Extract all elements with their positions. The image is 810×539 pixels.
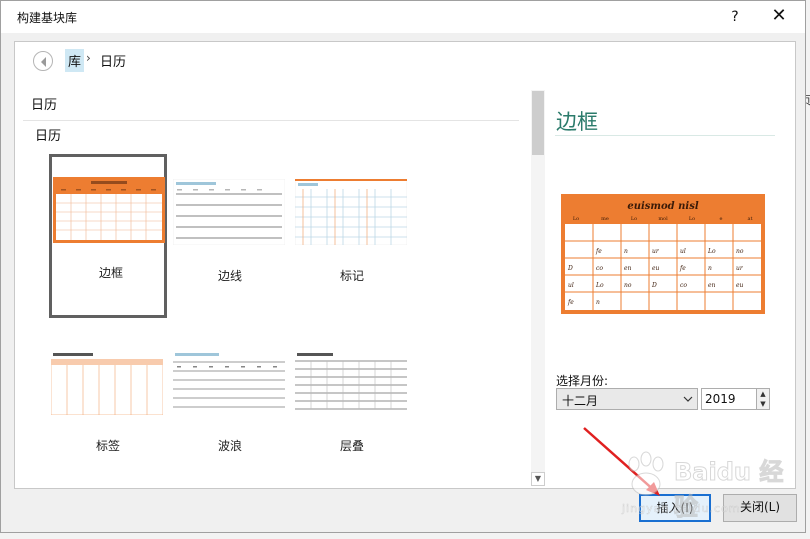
svg-text:Lo: Lo <box>595 282 604 289</box>
svg-text:en: en <box>708 282 716 289</box>
breadcrumb-root[interactable]: 库 <box>65 49 85 72</box>
gallery-tile-edge-lines[interactable]: 边线 <box>171 157 289 321</box>
svg-text:ul: ul <box>680 248 686 255</box>
svg-text:n: n <box>624 248 628 255</box>
tile-label: 标签 <box>95 439 120 453</box>
breadcrumb-separator: › <box>86 51 91 65</box>
tile-label: 波浪 <box>217 439 242 453</box>
gallery-scrollbar[interactable]: ▼ <box>531 90 545 486</box>
help-button[interactable]: ? <box>723 5 747 29</box>
svg-text:fe: fe <box>567 299 574 306</box>
svg-text:at: at <box>748 216 753 222</box>
tile-label: 层叠 <box>339 439 364 453</box>
svg-text:n: n <box>708 265 712 272</box>
preview-thumb-heading: euismod nisl <box>627 201 698 212</box>
content-panel: 库 › 日历 日历 日历 边框 边线 标记 标签 波浪 层叠 ▼ 边框 euis… <box>14 41 796 489</box>
year-input[interactable]: 2019 <box>701 388 757 410</box>
category-divider <box>23 120 519 121</box>
calendar-border-thumbnail <box>53 177 165 243</box>
tile-label: 边线 <box>217 269 242 283</box>
year-spinner[interactable]: ▲ ▼ <box>756 388 770 410</box>
category-heading: 日历 <box>31 98 58 113</box>
svg-text:n: n <box>596 299 600 306</box>
back-button[interactable] <box>33 51 53 71</box>
paw-logo-icon <box>628 451 664 496</box>
dialog-title: 构建基块库 <box>17 11 78 25</box>
calendar-tags-thumbnail <box>51 349 163 415</box>
tile-label: 标记 <box>339 269 364 283</box>
group-heading: 日历 <box>35 129 62 144</box>
svg-text:no: no <box>624 282 632 289</box>
scrollbar-thumb[interactable] <box>532 91 544 155</box>
svg-text:co: co <box>680 282 687 289</box>
svg-text:D: D <box>567 265 573 272</box>
close-icon[interactable]: ✕ <box>767 5 791 29</box>
month-value: 十二月 <box>562 394 599 408</box>
calendar-preview-image: euismod nisl Lo me Lo mol Lo e at fe n ur ul Lo no… <box>561 194 765 314</box>
preview-title: 边框 <box>556 110 598 134</box>
back-arrow-icon <box>41 57 46 67</box>
svg-text:Lo: Lo <box>689 216 695 222</box>
svg-text:fe: fe <box>595 248 602 255</box>
spin-up-icon[interactable]: ▲ <box>757 389 769 399</box>
month-label: 选择月份: <box>556 374 609 388</box>
gallery-tile-tags[interactable]: 标签 <box>49 327 167 491</box>
svg-text:co: co <box>596 265 603 272</box>
chevron-down-icon <box>683 396 693 402</box>
tile-label: 边框 <box>98 266 123 280</box>
gallery-tile-stacked[interactable]: 层叠 <box>293 327 411 491</box>
svg-text:fe: fe <box>679 265 686 272</box>
year-value: 2019 <box>705 392 736 406</box>
calendar-stacked-thumbnail <box>295 349 407 415</box>
svg-text:mol: mol <box>658 216 668 222</box>
svg-text:eu: eu <box>736 282 744 289</box>
svg-text:en: en <box>624 265 632 272</box>
svg-text:D: D <box>651 282 657 289</box>
gallery-tile-waves[interactable]: 波浪 <box>171 327 289 491</box>
gallery-tile-markers[interactable]: 标记 <box>293 157 411 321</box>
preview-divider <box>555 135 775 136</box>
breadcrumb-current: 日历 <box>100 55 127 70</box>
scroll-down-icon[interactable]: ▼ <box>531 472 545 486</box>
svg-text:no: no <box>736 248 744 255</box>
svg-text:me: me <box>601 216 609 222</box>
calendar-waves-thumbnail <box>173 349 285 415</box>
svg-text:ul: ul <box>568 282 574 289</box>
title-bar: 构建基块库 ? ✕ <box>1 1 805 33</box>
baidu-watermark: Baidu 经验 jingyan.baidu.com <box>616 450 784 522</box>
gallery-tile-border[interactable]: 边框 <box>49 154 167 318</box>
svg-text:e: e <box>720 216 723 222</box>
svg-text:Lo: Lo <box>707 248 716 255</box>
calendar-markers-thumbnail <box>295 179 407 245</box>
svg-text:eu: eu <box>652 265 660 272</box>
svg-text:Lo: Lo <box>573 216 579 222</box>
spin-down-icon[interactable]: ▼ <box>757 399 769 409</box>
month-dropdown[interactable]: 十二月 <box>556 388 698 410</box>
svg-text:Lo: Lo <box>631 216 637 222</box>
calendar-lines-thumbnail <box>173 179 285 245</box>
svg-text:ur: ur <box>652 248 660 255</box>
watermark-subtext: jingyan.baidu.com <box>622 502 741 516</box>
svg-text:ur: ur <box>736 265 744 272</box>
